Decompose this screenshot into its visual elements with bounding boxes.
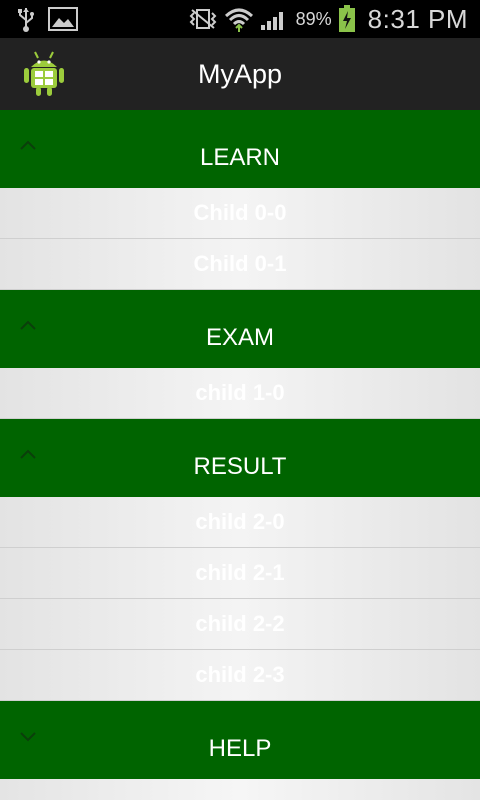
child-item[interactable]: Child 0-1: [0, 239, 480, 290]
child-item[interactable]: child 1-0: [0, 368, 480, 419]
battery-percent: 89%: [295, 8, 332, 29]
android-icon[interactable]: [22, 50, 66, 98]
status-bar: 89% 8:31 PM: [0, 0, 480, 38]
usb-icon: [16, 6, 36, 32]
child-label: Child 0-1: [193, 251, 287, 276]
group-label: HELP: [208, 735, 272, 762]
child-label: Child 0-0: [193, 200, 287, 225]
image-icon: [48, 7, 78, 31]
child-label: child 2-1: [195, 560, 285, 585]
group-header-result[interactable]: RESULT: [0, 419, 480, 497]
expandable-list[interactable]: LEARN Child 0-0 Child 0-1 EXAM child 1-0 RESU…: [0, 110, 480, 800]
battery-charging-icon: [338, 5, 356, 33]
child-item[interactable]: Child 0-0: [0, 188, 480, 239]
chevron-down-icon: [18, 729, 38, 747]
signal-icon: [260, 7, 288, 31]
group-header-exam[interactable]: EXAM: [0, 290, 480, 368]
wifi-icon: [224, 6, 254, 32]
child-label: child 2-2: [195, 611, 285, 636]
clock: 8:31 PM: [367, 3, 468, 34]
child-item[interactable]: child 2-1: [0, 548, 480, 599]
child-item[interactable]: child 2-2: [0, 599, 480, 650]
group-label: RESULT: [193, 453, 287, 480]
group-label: EXAM: [205, 324, 274, 351]
group-header-learn[interactable]: LEARN: [0, 110, 480, 188]
child-label: child 2-3: [195, 662, 285, 687]
child-label: child 2-0: [195, 509, 285, 534]
chevron-up-icon: [18, 138, 38, 156]
action-bar: MyApp: [0, 38, 480, 111]
child-item[interactable]: child 2-3: [0, 650, 480, 701]
chevron-up-icon: [18, 318, 38, 336]
vibrate-icon: [188, 8, 218, 30]
group-header-help[interactable]: HELP: [0, 701, 480, 779]
chevron-up-icon: [18, 447, 38, 465]
app-title: MyApp: [197, 58, 283, 89]
child-label: child 1-0: [195, 380, 285, 405]
group-label: LEARN: [199, 144, 281, 171]
child-item[interactable]: child 2-0: [0, 497, 480, 548]
